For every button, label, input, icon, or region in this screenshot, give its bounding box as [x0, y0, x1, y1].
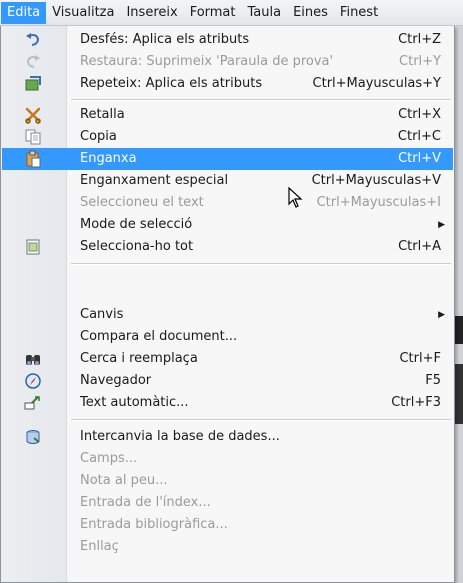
database-icon: [24, 428, 42, 446]
menu-item-redo[interactable]: Restaura: Suprimeix 'Paraula de prova' C…: [2, 51, 453, 73]
menu-item-compare-document[interactable]: Compara el document...: [2, 326, 453, 348]
menu-item-fields[interactable]: Camps...: [2, 448, 453, 470]
menu-eines[interactable]: Eines: [287, 2, 334, 24]
menu-item-undo[interactable]: Desfés: Aplica els atributs Ctrl+Z: [2, 29, 453, 51]
menu-bar: Edita Visualitza Insereix Format Taula E…: [0, 0, 463, 26]
menu-item-navigator[interactable]: Navegador F5: [2, 370, 453, 392]
compass-icon: [24, 372, 42, 390]
menu-item-bibliography-entry[interactable]: Entrada bibliogràfica...: [2, 514, 453, 536]
menu-finestra[interactable]: Finest: [334, 2, 384, 24]
submenu-arrow-icon: ▶: [438, 310, 445, 320]
menu-visualitza[interactable]: Visualitza: [46, 2, 120, 24]
paste-icon: [24, 150, 42, 168]
mouse-cursor-icon: [288, 187, 303, 208]
document-background: [455, 26, 463, 583]
menu-item-cut[interactable]: Retalla Ctrl+X: [2, 104, 453, 126]
select-all-icon: [24, 238, 42, 256]
autotext-icon: [24, 394, 42, 412]
redo-icon: [24, 53, 42, 71]
binoculars-icon: [24, 350, 42, 368]
menu-taula[interactable]: Taula: [242, 2, 288, 24]
menu-item-changes[interactable]: Canvis ▶: [2, 304, 453, 326]
edit-menu-dropdown: Desfés: Aplica els atributs Ctrl+Z Resta…: [0, 26, 455, 583]
repeat-icon: [24, 75, 42, 93]
menu-item-index-entry[interactable]: Entrada de l'índex...: [2, 492, 453, 514]
copy-icon: [24, 128, 42, 146]
menu-item-autotext[interactable]: Text automàtic... Ctrl+F3: [2, 392, 453, 414]
menu-item-footnote[interactable]: Nota al peu...: [2, 470, 453, 492]
menu-item-paste-special[interactable]: Enganxament especial Ctrl+Mayusculas+V: [2, 170, 453, 192]
menu-item-copy[interactable]: Copia Ctrl+C: [2, 126, 453, 148]
undo-icon: [24, 31, 42, 49]
menu-item-paste[interactable]: Enganxa Ctrl+V: [2, 148, 453, 170]
menu-insereix[interactable]: Insereix: [120, 2, 183, 24]
scissors-icon: [24, 106, 42, 124]
menu-edita[interactable]: Edita: [1, 1, 47, 24]
menu-format[interactable]: Format: [184, 2, 242, 24]
menu-item-repeat[interactable]: Repeteix: Aplica els atributs Ctrl+Mayus…: [2, 73, 453, 95]
submenu-arrow-icon: ▶: [438, 220, 445, 230]
menu-item-select-text[interactable]: Seleccioneu el text Ctrl+Mayusculas+I: [2, 192, 453, 214]
menu-item-exchange-database[interactable]: Intercanvia la base de dades...: [2, 426, 453, 448]
menu-item-selection-mode[interactable]: Mode de selecció ▶: [2, 214, 453, 236]
menu-item-select-all[interactable]: Selecciona-ho tot Ctrl+A: [2, 236, 453, 258]
menu-item-find-replace[interactable]: Cerca i reemplaça Ctrl+F: [2, 348, 453, 370]
menu-item-link[interactable]: Enllaç: [2, 536, 453, 558]
